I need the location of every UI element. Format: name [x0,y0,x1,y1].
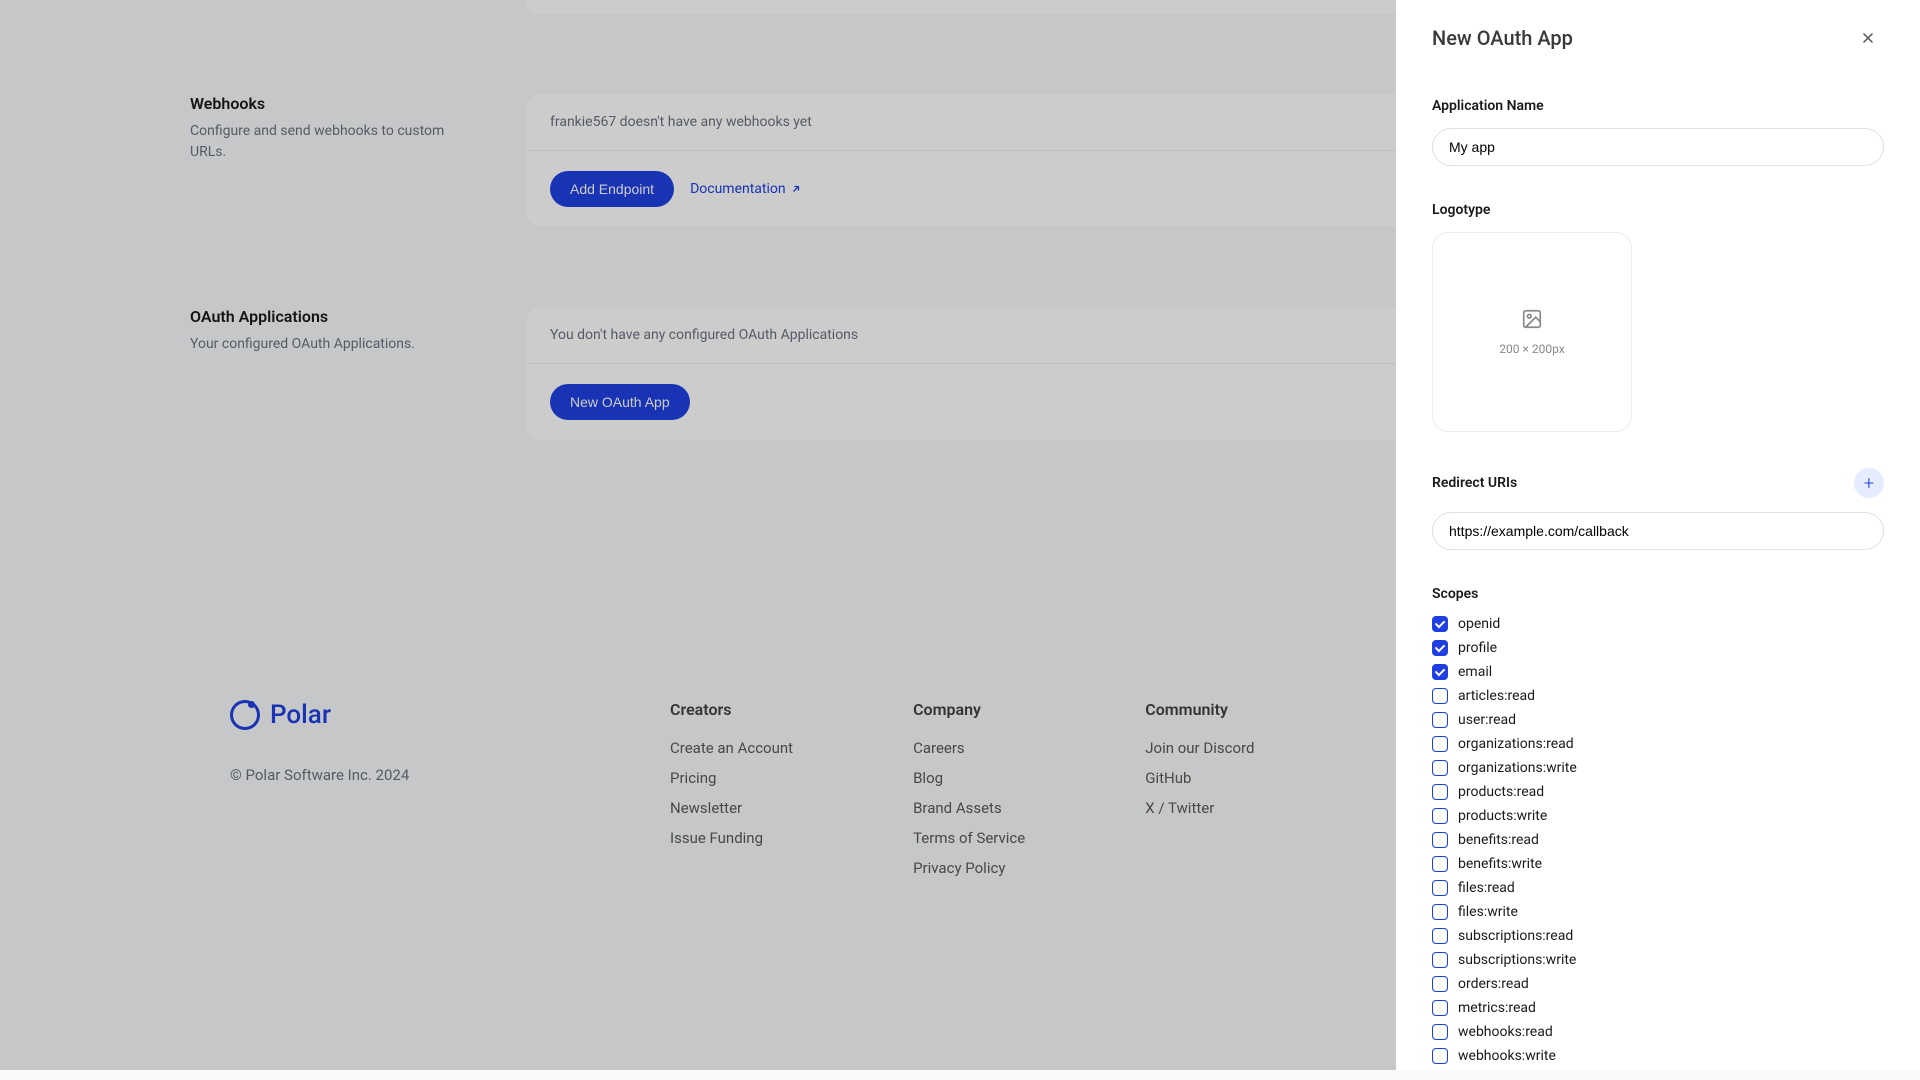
app-name-input[interactable] [1432,128,1884,166]
image-icon [1521,308,1543,330]
scope-label: benefits:write [1458,856,1542,872]
scope-label: articles:read [1458,688,1535,704]
scope-item: files:write [1432,904,1884,920]
scope-item: openid [1432,616,1884,632]
scope-item: organizations:read [1432,736,1884,752]
scope-checkbox[interactable] [1432,856,1448,872]
scope-label: products:read [1458,784,1544,800]
app-name-label: Application Name [1432,98,1884,114]
scope-item: webhooks:read [1432,1024,1884,1040]
close-icon [1859,29,1877,47]
scope-checkbox[interactable] [1432,1000,1448,1016]
scope-checkbox[interactable] [1432,784,1448,800]
scope-item: articles:read [1432,688,1884,704]
scope-label: files:read [1458,880,1515,896]
scope-checkbox[interactable] [1432,736,1448,752]
scope-checkbox[interactable] [1432,640,1448,656]
scope-item: products:read [1432,784,1884,800]
logotype-label: Logotype [1432,202,1884,218]
scope-label: subscriptions:write [1458,952,1576,968]
scope-item: subscriptions:write [1432,952,1884,968]
scope-checkbox[interactable] [1432,688,1448,704]
redirect-uri-input[interactable] [1432,512,1884,550]
scope-item: benefits:write [1432,856,1884,872]
scope-label: benefits:read [1458,832,1539,848]
scope-checkbox[interactable] [1432,880,1448,896]
scope-label: openid [1458,616,1500,632]
close-button[interactable] [1852,22,1884,54]
scope-label: user:read [1458,712,1516,728]
scopes-label: Scopes [1432,586,1884,602]
scope-checkbox[interactable] [1432,616,1448,632]
scope-item: products:write [1432,808,1884,824]
scope-label: profile [1458,640,1497,656]
redirect-uris-label: Redirect URIs [1432,475,1517,491]
add-redirect-uri-button[interactable]: + [1854,468,1884,498]
scope-checkbox[interactable] [1432,1048,1448,1064]
plus-icon: + [1864,473,1874,494]
scope-item: organizations:write [1432,760,1884,776]
scope-label: webhooks:read [1458,1024,1553,1040]
scope-checkbox[interactable] [1432,976,1448,992]
scope-item: user:read [1432,712,1884,728]
scope-label: webhooks:write [1458,1048,1556,1064]
scope-checkbox[interactable] [1432,808,1448,824]
scope-item: email [1432,664,1884,680]
scope-checkbox[interactable] [1432,712,1448,728]
new-oauth-drawer: New OAuth App Application Name Logotype … [1396,0,1920,1070]
scope-item: benefits:read [1432,832,1884,848]
scope-checkbox[interactable] [1432,928,1448,944]
scope-label: orders:read [1458,976,1529,992]
scope-label: files:write [1458,904,1518,920]
scope-checkbox[interactable] [1432,1024,1448,1040]
scope-item: webhooks:write [1432,1048,1884,1064]
scope-checkbox[interactable] [1432,904,1448,920]
scope-label: subscriptions:read [1458,928,1573,944]
scope-checkbox[interactable] [1432,832,1448,848]
scope-item: orders:read [1432,976,1884,992]
scope-checkbox[interactable] [1432,952,1448,968]
scope-label: organizations:read [1458,736,1574,752]
scope-label: products:write [1458,808,1547,824]
scope-label: email [1458,664,1492,680]
logotype-upload[interactable]: 200 × 200px [1432,232,1632,432]
scope-item: files:read [1432,880,1884,896]
drawer-title: New OAuth App [1432,26,1573,50]
scope-item: subscriptions:read [1432,928,1884,944]
scope-item: metrics:read [1432,1000,1884,1016]
scope-checkbox[interactable] [1432,760,1448,776]
scope-label: organizations:write [1458,760,1577,776]
logotype-hint: 200 × 200px [1499,342,1564,356]
scope-label: metrics:read [1458,1000,1536,1016]
scope-item: profile [1432,640,1884,656]
scope-checkbox[interactable] [1432,664,1448,680]
